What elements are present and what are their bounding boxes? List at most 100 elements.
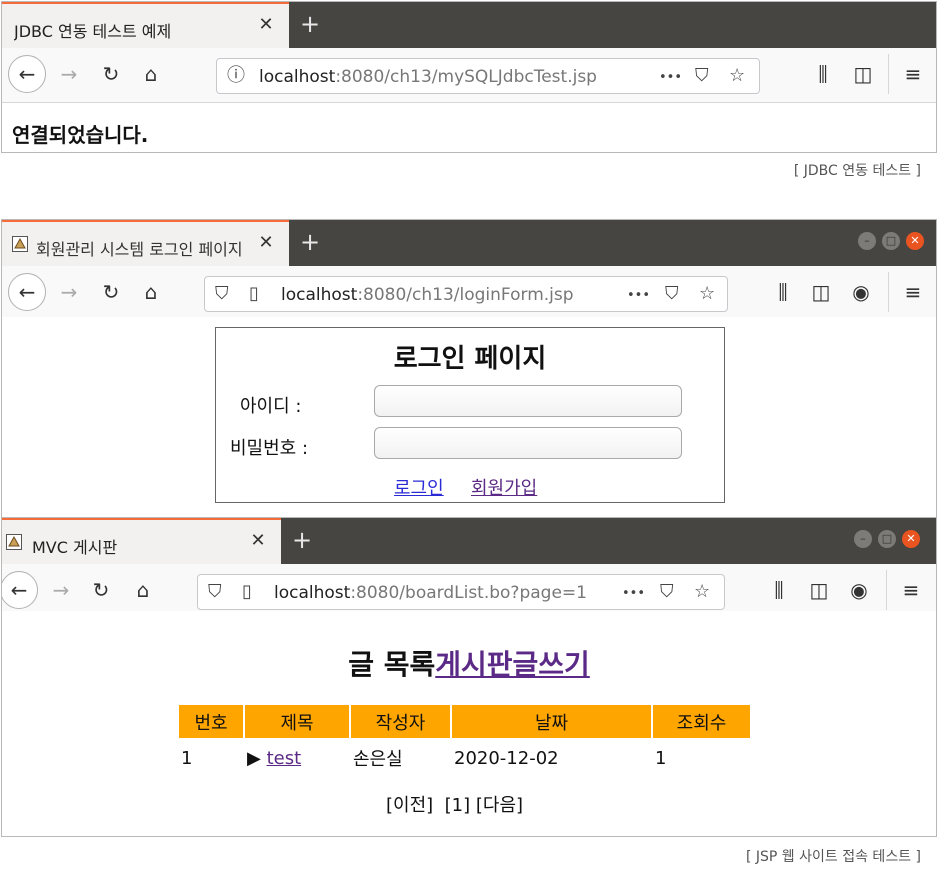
column-header-author: 작성자 xyxy=(351,705,450,738)
menu-icon[interactable]: ≡ xyxy=(902,280,924,304)
home-icon[interactable]: ⌂ xyxy=(132,578,154,602)
home-icon[interactable]: ⌂ xyxy=(140,62,162,86)
column-header-number: 번호 xyxy=(179,705,243,738)
pocket-icon[interactable]: ⛉ xyxy=(695,65,709,87)
tab-login[interactable]: 회원관리 시스템 로그인 페이지 ✕ xyxy=(2,220,289,266)
tab-close-icon[interactable]: ✕ xyxy=(256,232,276,253)
url-text[interactable]: localhost:8080/boardList.bo?page=1 xyxy=(274,583,604,603)
bookmark-star-icon[interactable]: ☆ xyxy=(694,581,710,603)
reload-icon[interactable]: ↻ xyxy=(100,280,122,304)
url-path: :8080/ch13/mySQLJdbcTest.jsp xyxy=(335,67,597,87)
favicon-icon xyxy=(12,236,28,252)
back-icon[interactable]: ← xyxy=(2,571,38,609)
tab-strip: MVC 게시판 ✕ + – □ ✕ xyxy=(2,518,936,564)
page-icon: ▯ xyxy=(242,581,252,602)
browser-window-login: 회원관리 시스템 로그인 페이지 ✕ + – □ ✕ ← → ↻ ⌂ ⛉ ▯ l… xyxy=(1,219,937,519)
page-content: 연결되었습니다. xyxy=(2,103,936,152)
cell-author: 손은실 xyxy=(353,749,403,770)
minimize-icon[interactable]: – xyxy=(858,232,876,250)
back-icon[interactable]: ← xyxy=(8,55,46,93)
tab-jdbc-test[interactable]: JDBC 연동 테스트 예제 ✕ xyxy=(2,2,289,48)
tab-strip: 회원관리 시스템 로그인 페이지 ✕ + – □ ✕ xyxy=(2,220,936,266)
login-heading: 로그인 페이지 xyxy=(393,344,547,374)
cell-number: 1 xyxy=(181,747,193,769)
url-text[interactable]: localhost:8080/ch13/loginForm.jsp xyxy=(281,285,574,305)
account-icon[interactable]: ◉ xyxy=(850,280,872,304)
minimize-icon[interactable]: – xyxy=(854,530,872,548)
url-host: localhost xyxy=(259,67,336,87)
forward-icon[interactable]: → xyxy=(50,578,72,602)
write-post-link[interactable]: 게시판글쓰기 xyxy=(435,648,590,681)
address-bar[interactable]: ⓘ localhost:8080/ch13/mySQLJdbcTest.jsp … xyxy=(216,58,760,94)
pagination-page: [1] xyxy=(444,795,471,816)
pagination: [이전] [1] [다음] xyxy=(386,791,523,817)
url-text[interactable]: localhost:8080/ch13/mySQLJdbcTest.jsp xyxy=(259,67,597,87)
tab-strip: JDBC 연동 테스트 예제 ✕ + xyxy=(2,2,936,48)
pagination-prev: [이전] xyxy=(386,795,434,816)
library-icon[interactable]: ⫼ xyxy=(812,62,834,86)
caption-jsp: [ JSP 웹 사이트 접속 테스트 ] xyxy=(745,849,921,865)
login-link[interactable]: 로그인 xyxy=(394,474,444,500)
account-icon[interactable]: ◉ xyxy=(848,578,870,602)
info-icon[interactable]: ⓘ xyxy=(227,65,245,87)
caption-jdbc: [ JDBC 연동 테스트 ] xyxy=(793,163,921,179)
forward-icon[interactable]: → xyxy=(58,62,80,86)
page-icon: ▯ xyxy=(249,283,259,304)
pocket-icon[interactable]: ⛉ xyxy=(660,581,674,603)
new-tab-icon[interactable]: + xyxy=(300,228,320,256)
board-heading: 글 목록게시판글쓰기 xyxy=(2,643,936,683)
tab-close-icon[interactable]: ✕ xyxy=(248,530,268,551)
pagination-next: [다음] xyxy=(475,795,524,816)
column-header-title: 제목 xyxy=(245,705,349,738)
favicon-icon xyxy=(6,534,22,550)
menu-icon[interactable]: ≡ xyxy=(900,578,922,602)
shield-icon[interactable]: ⛉ xyxy=(215,283,229,305)
tab-mvc-board[interactable]: MVC 게시판 ✕ xyxy=(2,518,281,564)
more-actions-icon[interactable]: ••• xyxy=(622,583,645,605)
home-icon[interactable]: ⌂ xyxy=(140,280,162,304)
bookmark-star-icon[interactable]: ☆ xyxy=(729,65,745,87)
board-heading-text: 글 목록 xyxy=(348,648,436,681)
column-header-views: 조회수 xyxy=(653,705,750,738)
sidebar-icon[interactable]: ◫ xyxy=(810,280,832,304)
cell-date: 2020-12-02 xyxy=(454,747,559,769)
join-link[interactable]: 회원가입 xyxy=(471,474,537,500)
menu-icon[interactable]: ≡ xyxy=(902,62,924,86)
bookmark-star-icon[interactable]: ☆ xyxy=(699,283,715,305)
post-title-link[interactable]: test xyxy=(267,748,302,769)
address-bar[interactable]: ⛉ ▯ localhost:8080/boardList.bo?page=1 •… xyxy=(197,574,725,610)
pocket-icon[interactable]: ⛉ xyxy=(665,283,679,305)
login-form: 로그인 페이지 아이디 : 비밀번호 : 로그인 회원가입 xyxy=(215,327,725,503)
sidebar-icon[interactable]: ◫ xyxy=(852,62,874,86)
cell-title: ▶ test xyxy=(245,740,349,776)
reload-icon[interactable]: ↻ xyxy=(90,578,112,602)
table-row: 1 ▶ test 손은실 2020-12-02 1 xyxy=(179,740,750,776)
shield-icon[interactable]: ⛉ xyxy=(208,581,222,603)
window-close-icon[interactable]: ✕ xyxy=(902,530,920,548)
sidebar-icon[interactable]: ◫ xyxy=(808,578,830,602)
page-content: 글 목록게시판글쓰기 번호 제목 작성자 날짜 조회수 1 ▶ test 손은실… xyxy=(2,611,936,836)
more-actions-icon[interactable]: ••• xyxy=(659,67,682,89)
tab-close-icon[interactable]: ✕ xyxy=(256,14,276,35)
library-icon[interactable]: ⫼ xyxy=(772,280,794,304)
url-path: :8080/ch13/loginForm.jsp xyxy=(357,285,574,305)
id-input[interactable] xyxy=(374,385,682,417)
url-host: localhost xyxy=(274,583,351,603)
window-close-icon[interactable]: ✕ xyxy=(906,232,924,250)
new-tab-icon[interactable]: + xyxy=(292,526,312,554)
password-input[interactable] xyxy=(374,427,682,459)
more-actions-icon[interactable]: ••• xyxy=(627,285,650,307)
maximize-icon[interactable]: □ xyxy=(878,530,896,548)
address-bar[interactable]: ⛉ ▯ localhost:8080/ch13/loginForm.jsp ••… xyxy=(204,276,728,312)
back-icon[interactable]: ← xyxy=(8,273,46,311)
maximize-icon[interactable]: □ xyxy=(882,232,900,250)
browser-window-jdbc: JDBC 연동 테스트 예제 ✕ + ← → ↻ ⌂ ⓘ localhost:8… xyxy=(1,1,937,153)
navigation-toolbar: ← → ↻ ⌂ ⛉ ▯ localhost:8080/ch13/loginFor… xyxy=(2,266,936,321)
url-path: :8080/boardList.bo?page=1 xyxy=(350,583,587,603)
library-icon[interactable]: ⫼ xyxy=(768,578,790,602)
tab-title: MVC 게시판 xyxy=(32,538,118,557)
reload-icon[interactable]: ↻ xyxy=(100,62,122,86)
new-tab-icon[interactable]: + xyxy=(300,10,320,38)
forward-icon[interactable]: → xyxy=(58,280,80,304)
board-table: 번호 제목 작성자 날짜 조회수 1 ▶ test 손은실 2020-12-02… xyxy=(177,703,752,778)
